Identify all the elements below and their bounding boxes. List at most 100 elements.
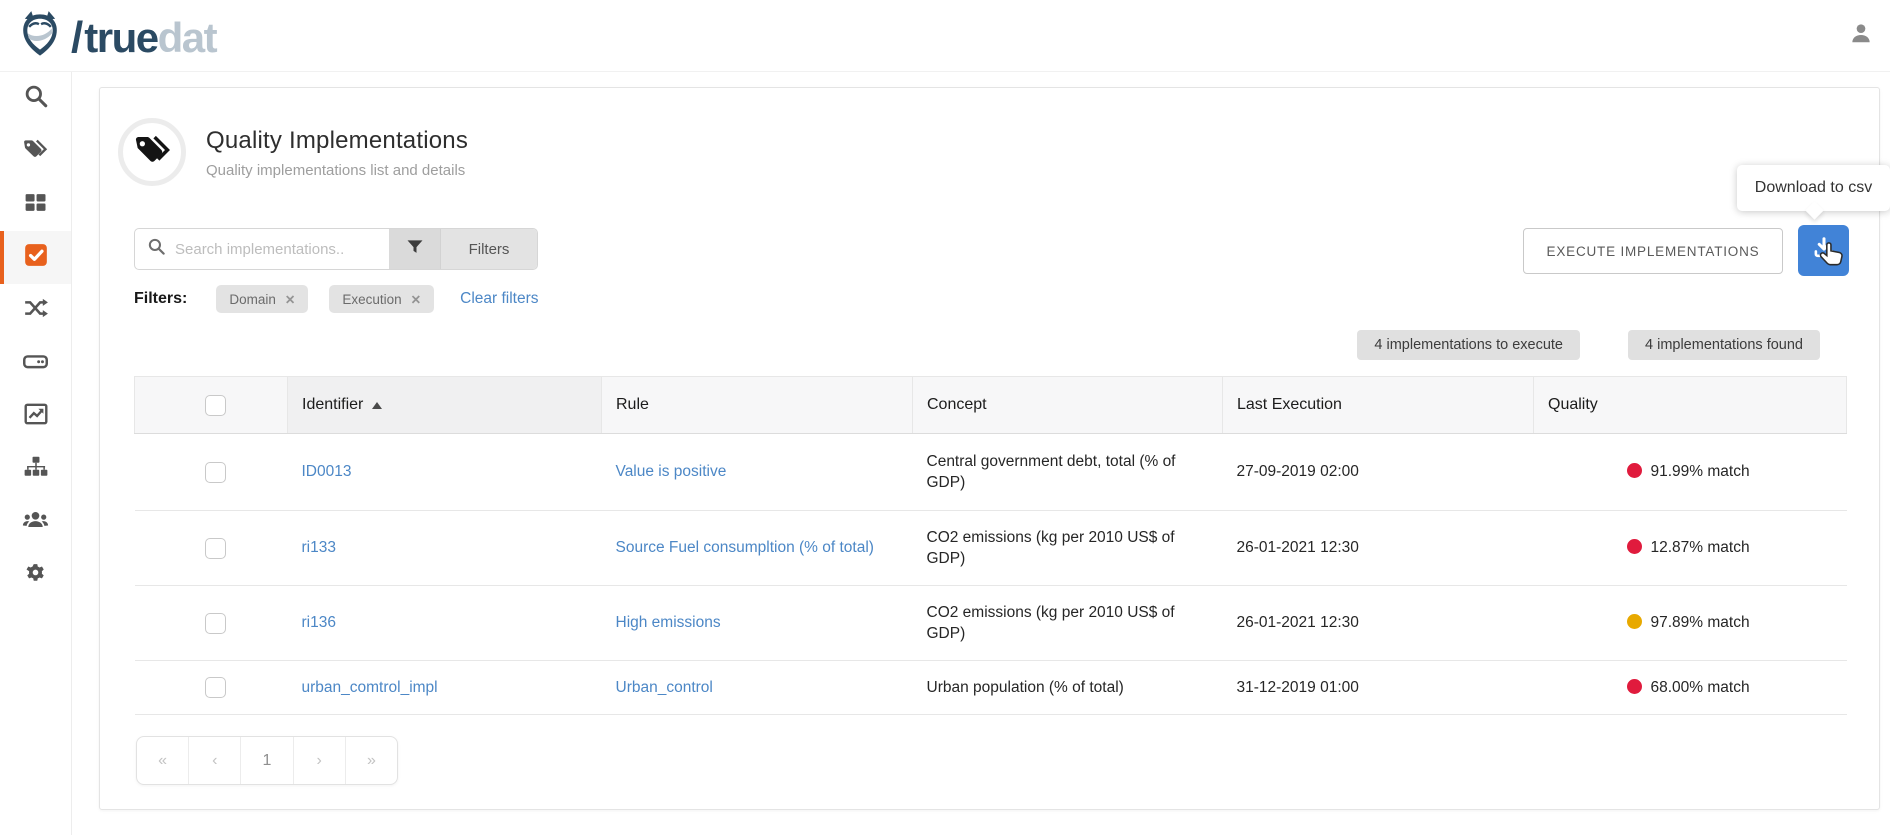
concept-cell: Central government debt, total (% of GDP… — [913, 434, 1223, 511]
column-header-concept[interactable]: Concept — [913, 377, 1223, 434]
grid-icon — [23, 190, 48, 220]
sidebar-item-search[interactable] — [0, 72, 71, 125]
clear-filters-link[interactable]: Clear filters — [460, 290, 538, 308]
logo-text-primary: true — [84, 14, 157, 61]
sort-asc-icon — [372, 402, 382, 409]
page-title: Quality Implementations — [206, 127, 468, 155]
sidebar-item-dashboards[interactable] — [0, 390, 71, 443]
filter-funnel-button[interactable] — [389, 229, 440, 269]
row-checkbox[interactable] — [205, 677, 226, 698]
table-header-row: Identifier Rule Concept Last Execution Q… — [135, 377, 1847, 434]
pagination-prev-button[interactable]: ‹ — [188, 737, 240, 784]
row-checkbox[interactable] — [205, 462, 226, 483]
sidebar-item-sources[interactable] — [0, 337, 71, 390]
concept-cell: CO2 emissions (kg per 2010 US$ of GDP) — [913, 586, 1223, 661]
search-icon — [23, 83, 49, 114]
quality-implementations-card: Quality Implementations Quality implemen… — [99, 87, 1880, 810]
table-row: ri136 High emissions CO2 emissions (kg p… — [135, 586, 1847, 661]
implementations-found-badge: 4 implementations found — [1628, 330, 1820, 360]
sidebar-item-users[interactable] — [0, 496, 71, 549]
quality-cell: 68.00% match — [1534, 661, 1847, 715]
download-tooltip: Download to csv — [1737, 165, 1890, 211]
page-subtitle: Quality implementations list and details — [206, 162, 468, 179]
chart-line-icon — [23, 401, 49, 432]
last-execution-cell: 31-12-2019 01:00 — [1223, 661, 1534, 715]
concept-cell: CO2 emissions (kg per 2010 US$ of GDP) — [913, 511, 1223, 586]
select-all-checkbox[interactable] — [205, 395, 226, 416]
rule-link[interactable]: Source Fuel consumpltion (% of total) — [616, 539, 874, 556]
filters-label: Filters: — [134, 290, 187, 308]
topbar: / truedat — [0, 0, 1890, 72]
search-icon — [147, 237, 166, 261]
download-csv-button[interactable] — [1798, 225, 1849, 276]
column-header-rule[interactable]: Rule — [602, 377, 913, 434]
chip-label: Execution — [342, 292, 401, 307]
check-square-icon — [23, 242, 49, 273]
implementations-table: Identifier Rule Concept Last Execution Q… — [134, 376, 1847, 715]
shuffle-icon — [23, 295, 49, 326]
last-execution-cell: 27-09-2019 02:00 — [1223, 434, 1534, 511]
sidebar-item-structures[interactable] — [0, 443, 71, 496]
implementations-to-execute-badge: 4 implementations to execute — [1357, 330, 1580, 360]
download-icon — [1811, 235, 1837, 266]
applied-filters-bar: Filters: Domain ✕ Execution ✕ Clear filt… — [134, 284, 539, 314]
count-badges: 4 implementations to execute 4 implement… — [1357, 330, 1820, 360]
status-dot — [1627, 539, 1642, 554]
column-header-identifier[interactable]: Identifier — [288, 377, 602, 434]
column-header-last-execution[interactable]: Last Execution — [1223, 377, 1534, 434]
funnel-icon — [405, 237, 425, 262]
select-all-header-cell — [135, 377, 288, 434]
pagination-next-button[interactable]: › — [293, 737, 345, 784]
quality-cell: 97.89% match — [1534, 586, 1847, 661]
column-header-quality[interactable]: Quality — [1534, 377, 1847, 434]
pagination-page-1-button[interactable]: 1 — [240, 737, 292, 784]
chip-label: Domain — [229, 292, 276, 307]
search-input[interactable] — [175, 241, 370, 258]
page-icon-circle — [118, 118, 186, 186]
users-icon — [22, 507, 49, 539]
last-execution-cell: 26-01-2021 12:30 — [1223, 511, 1534, 586]
identifier-link[interactable]: ri136 — [302, 614, 336, 631]
filters-button[interactable]: Filters — [440, 229, 537, 269]
pagination-last-button[interactable]: » — [345, 737, 397, 784]
tag-icon — [133, 132, 171, 173]
rule-link[interactable]: Value is positive — [616, 463, 727, 480]
rule-link[interactable]: High emissions — [616, 614, 721, 631]
sitemap-icon — [23, 454, 49, 485]
status-dot — [1627, 463, 1642, 478]
sidebar-item-settings[interactable] — [0, 549, 71, 602]
search-group: Filters — [134, 228, 538, 270]
table-row: ri133 Source Fuel consumpltion (% of tot… — [135, 511, 1847, 586]
logo-slash: / — [71, 12, 83, 64]
sidebar-item-lineage[interactable] — [0, 284, 71, 337]
identifier-link[interactable]: ri133 — [302, 539, 336, 556]
gear-icon — [23, 561, 48, 591]
pagination-first-button[interactable]: « — [137, 737, 188, 784]
truedat-logo[interactable]: / truedat — [14, 9, 216, 66]
logo-text-secondary: dat — [158, 14, 217, 61]
identifier-link[interactable]: urban_comtrol_impl — [302, 679, 438, 696]
close-icon[interactable]: ✕ — [285, 292, 295, 307]
user-avatar-icon[interactable] — [1848, 20, 1874, 46]
search-box — [135, 229, 389, 269]
sidebar-item-quality[interactable] — [0, 231, 71, 284]
sidebar-item-catalog[interactable] — [0, 178, 71, 231]
identifier-link[interactable]: ID0013 — [302, 463, 352, 480]
row-checkbox[interactable] — [205, 538, 226, 559]
tags-icon — [22, 137, 49, 167]
close-icon[interactable]: ✕ — [411, 292, 421, 307]
concept-cell: Urban population (% of total) — [913, 661, 1223, 715]
filter-chip-domain[interactable]: Domain ✕ — [216, 285, 308, 313]
execute-implementations-button[interactable]: EXECUTE IMPLEMENTATIONS — [1523, 228, 1783, 274]
table-row: urban_comtrol_impl Urban_control Urban p… — [135, 661, 1847, 715]
status-dot — [1627, 679, 1642, 694]
quality-cell: 91.99% match — [1534, 434, 1847, 511]
table-row: ID0013 Value is positive Central governm… — [135, 434, 1847, 511]
filter-chip-execution[interactable]: Execution ✕ — [329, 285, 434, 313]
pagination: « ‹ 1 › » — [136, 736, 398, 785]
owl-logo-icon — [14, 9, 66, 66]
sidebar-item-glossary[interactable] — [0, 125, 71, 178]
row-checkbox[interactable] — [205, 613, 226, 634]
last-execution-cell: 26-01-2021 12:30 — [1223, 586, 1534, 661]
rule-link[interactable]: Urban_control — [616, 679, 713, 696]
